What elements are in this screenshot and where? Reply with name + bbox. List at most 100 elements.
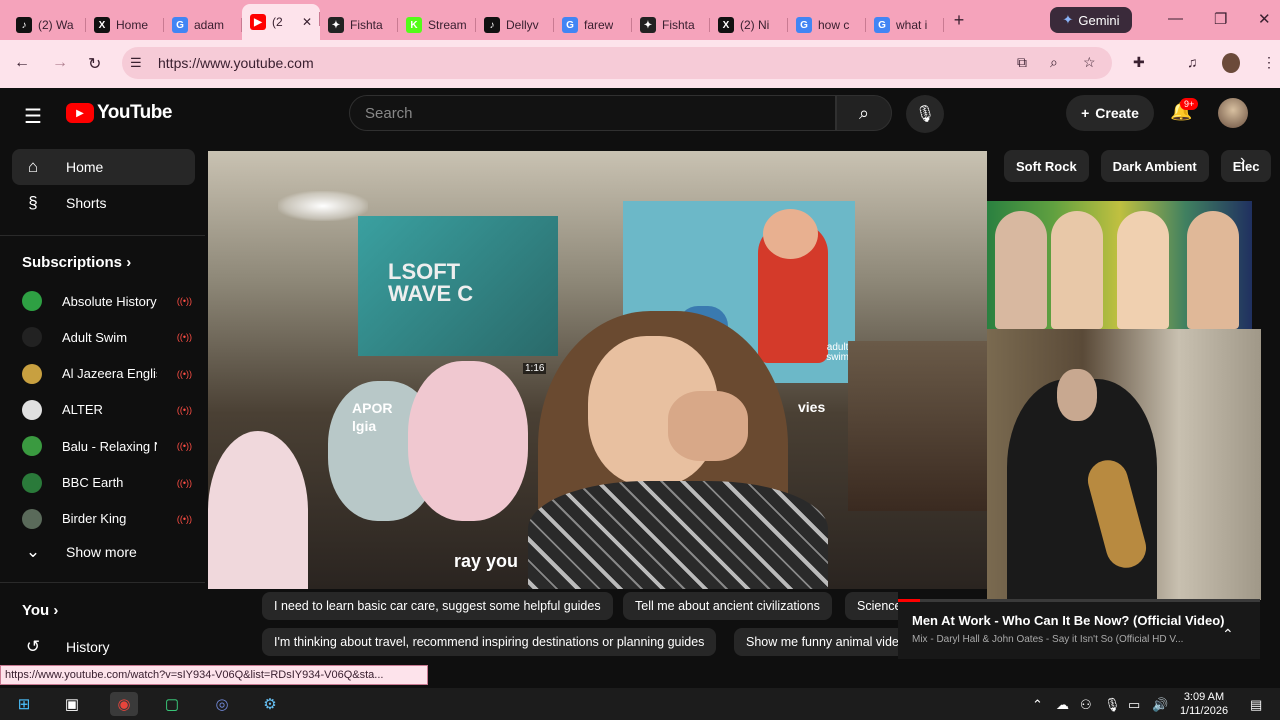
account-avatar[interactable] — [1218, 98, 1248, 128]
gemini-icon: ✦ — [1062, 12, 1074, 27]
subscription-item[interactable]: Balu - Relaxing N... ((•)) — [22, 431, 192, 461]
miniplayer-video[interactable] — [987, 329, 1261, 600]
youtube-logo[interactable]: ▶ YouTube — [66, 102, 172, 124]
search-input[interactable]: Search — [349, 95, 836, 131]
network-icon[interactable]: ▭ — [1128, 697, 1140, 713]
video-thumbnail[interactable] — [987, 201, 1252, 329]
browser-profile-avatar[interactable] — [1222, 53, 1240, 73]
url-input[interactable]: https://www.youtube.com — [122, 47, 1112, 79]
miniplayer-title[interactable]: Men At Work - Who Can It Be Now? (Offici… — [912, 613, 1224, 628]
tab-label: adam — [194, 18, 225, 32]
stream-video-overlay[interactable]: LSOFT WAVE C 1:16 adult swim APOR lgia v… — [208, 151, 987, 589]
miniplayer-progress-fill — [898, 599, 920, 602]
plush-toy — [408, 361, 528, 521]
chevron-right-icon: › — [53, 602, 59, 619]
tray-app-icon[interactable]: ⚇ — [1080, 697, 1092, 713]
browser-tab[interactable]: ▶ (2 ✕ — [242, 4, 320, 40]
chrome-taskbar-icon[interactable]: ◉ — [110, 692, 138, 716]
suggestion-pill[interactable]: I'm thinking about travel, recommend ins… — [262, 628, 717, 656]
task-view-icon[interactable]: ▣ — [58, 692, 86, 716]
browser-tab[interactable]: ✦ Fishta — [632, 10, 710, 40]
system-clock[interactable]: 3:09 AM 1/11/2026 — [1176, 690, 1232, 718]
steam-taskbar-icon[interactable]: ⚙ — [256, 692, 284, 716]
close-window-icon[interactable]: ✕ — [1258, 10, 1271, 28]
create-label: Create — [1095, 105, 1139, 121]
miniplayer-bar[interactable] — [898, 599, 1260, 659]
subscriptions-heading[interactable]: Subscriptions › — [22, 254, 131, 271]
browser-tab[interactable]: ♪ Dellyv — [476, 10, 554, 40]
search-button[interactable]: ⌕ — [836, 95, 892, 131]
new-tab-button[interactable]: + — [944, 5, 974, 35]
reload-icon[interactable]: ↻ — [88, 54, 101, 74]
media-controls-icon[interactable]: ♫ — [1187, 54, 1198, 70]
live-indicator-icon: ((•)) — [176, 368, 192, 379]
subscription-item[interactable]: Birder King ((•)) — [22, 504, 192, 534]
tray-overflow-icon[interactable]: ⌃ — [1032, 697, 1043, 713]
create-button[interactable]: + Create — [1066, 95, 1154, 131]
channel-avatar — [22, 508, 42, 529]
channel-avatar — [22, 327, 42, 348]
forward-icon[interactable]: → — [52, 54, 68, 72]
miniplayer-progress-track[interactable] — [898, 599, 1260, 602]
onedrive-icon[interactable]: ☁ — [1056, 697, 1069, 713]
google-icon: G — [874, 17, 890, 33]
notification-center-icon[interactable]: ▤ — [1250, 697, 1262, 713]
discord-taskbar-icon[interactable]: ◎ — [208, 692, 236, 716]
you-heading[interactable]: You › — [22, 602, 58, 619]
subscription-item[interactable]: BBC Earth ((•)) — [22, 468, 192, 498]
minimize-icon[interactable]: — — [1168, 10, 1183, 27]
microphone-tray-icon[interactable]: 🎙 — [1104, 697, 1121, 713]
windows-start-icon[interactable]: ⊞ — [10, 692, 38, 716]
browser-tab[interactable]: Gadam — [164, 10, 242, 40]
expand-miniplayer-icon[interactable]: ⌃ — [1222, 626, 1234, 643]
bookmark-star-icon[interactable]: ☆ — [1083, 54, 1096, 71]
browser-tab[interactable]: Gfarew — [554, 10, 632, 40]
subscription-item[interactable]: Absolute History ((•)) — [22, 286, 192, 316]
browser-tab[interactable]: ♪ (2) Wa — [8, 10, 86, 40]
browser-tab[interactable]: K Stream — [398, 10, 476, 40]
restore-icon[interactable]: ❐ — [1214, 10, 1227, 28]
hamburger-menu-icon[interactable]: ☰ — [24, 104, 42, 129]
suggestion-pill[interactable]: Show me funny animal vide — [734, 628, 898, 656]
volume-icon[interactable]: 🔊 — [1152, 697, 1168, 713]
extensions-icon[interactable]: ✚ — [1133, 54, 1145, 71]
video-duration-fragment: 1:16 — [523, 363, 547, 374]
subscription-item[interactable]: Al Jazeera English ((•)) — [22, 359, 192, 389]
subscription-item[interactable]: Adult Swim ((•)) — [22, 322, 192, 352]
gemini-button[interactable]: ✦ Gemini — [1050, 7, 1132, 33]
browser-tab[interactable]: Ghow c — [788, 10, 866, 40]
browser-menu-icon[interactable]: ⋮ — [1262, 54, 1276, 71]
channel-name: Al Jazeera English — [62, 366, 157, 382]
sidebar-item-label: Shorts — [66, 195, 107, 211]
suggestion-pill[interactable]: Tell me about ancient civilizations — [623, 592, 832, 620]
suggestion-pill[interactable]: I need to learn basic car care, suggest … — [262, 592, 613, 620]
chevron-down-icon: ⌄ — [25, 542, 41, 561]
chevron-right-icon: › — [126, 254, 132, 271]
zoom-icon[interactable]: ⌕ — [1050, 54, 1058, 71]
install-app-icon[interactable]: ⧉ — [1017, 54, 1027, 71]
x-icon: X — [94, 17, 110, 33]
voice-search-button[interactable]: 🎙 — [906, 95, 944, 133]
sidebar-item-history[interactable]: ↺ History — [12, 629, 195, 665]
tab-label: Fishta — [662, 18, 695, 32]
browser-tab[interactable]: Gwhat i — [866, 10, 944, 40]
close-tab-icon[interactable]: ✕ — [302, 15, 312, 29]
sidebar-item-shorts[interactable]: § Shorts — [12, 185, 195, 221]
app-taskbar-icon[interactable]: ▢ — [158, 692, 186, 716]
chip-soft-rock[interactable]: Soft Rock — [1004, 150, 1089, 182]
browser-tab[interactable]: X Home — [86, 10, 164, 40]
back-icon[interactable]: ← — [14, 54, 30, 72]
show-more-button[interactable]: ⌄ Show more — [12, 534, 195, 570]
suggestion-pill[interactable]: Science — [845, 592, 898, 620]
browser-tab[interactable]: ✦ Fishta — [320, 10, 398, 40]
chip-dark-ambient[interactable]: Dark Ambient — [1100, 150, 1209, 182]
site-info-icon[interactable]: ☰ — [130, 55, 142, 71]
saxophonist-head — [1057, 369, 1097, 421]
subscription-item[interactable]: ALTER ((•)) — [22, 395, 192, 425]
channel-name: Adult Swim — [62, 329, 128, 345]
browser-tab[interactable]: X (2) Ni — [710, 10, 788, 40]
sidebar-item-home[interactable]: ⌂ Home — [12, 149, 195, 185]
chips-next-icon[interactable]: › — [1240, 152, 1245, 170]
google-icon: G — [172, 17, 188, 33]
chip-elec[interactable]: Elec — [1220, 150, 1272, 182]
